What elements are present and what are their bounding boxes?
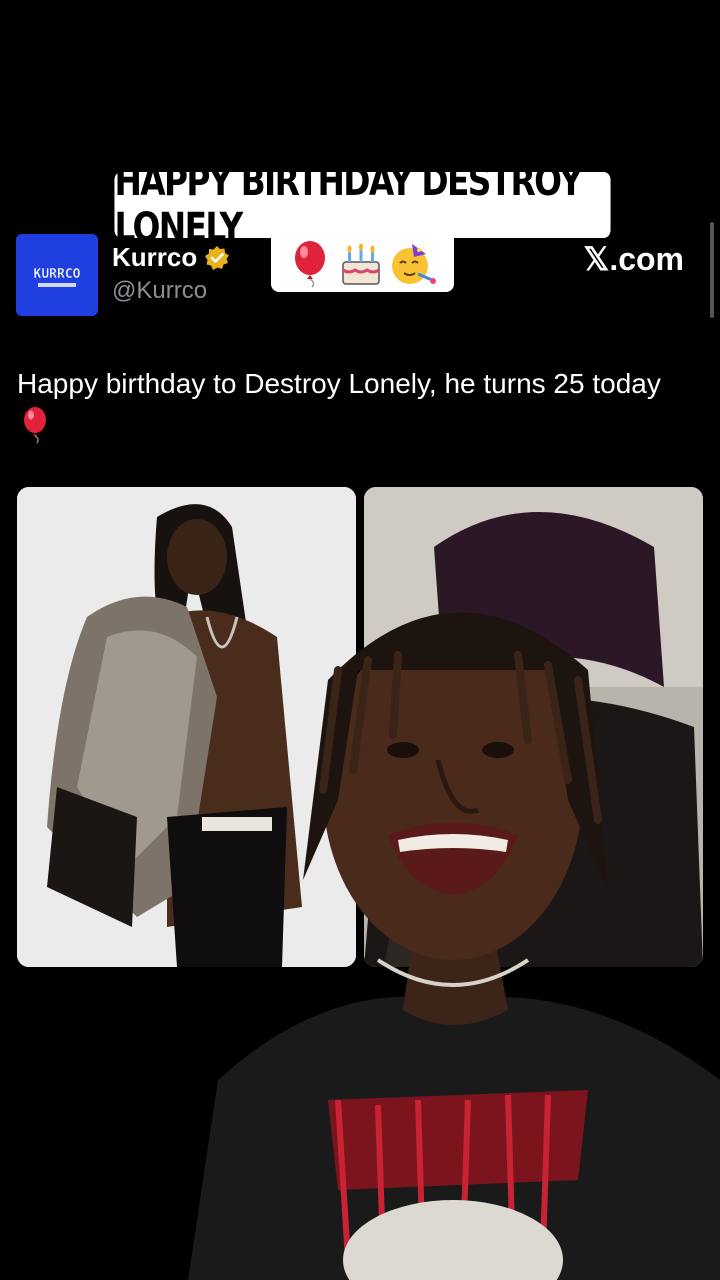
video-caption-title: HAPPY BIRTHDAY DESTROY LONELY (114, 159, 611, 251)
birthday-cake-icon (341, 243, 380, 285)
scrollbar[interactable] (710, 222, 714, 318)
balloon-icon (24, 407, 46, 444)
balloon-icon (294, 241, 325, 288)
x-logo: 𝕏.com (583, 241, 684, 277)
creator-video-overlay (188, 612, 720, 1280)
tweet-text-body: Happy birthday to Destroy Lonely, he tur… (17, 368, 661, 399)
verified-badge-icon (205, 246, 229, 270)
svg-text:KURRCO: KURRCO (34, 267, 81, 282)
video-caption-emojis (271, 236, 454, 292)
partying-face-icon (391, 244, 436, 284)
author-handle[interactable]: @Kurrco (112, 277, 207, 305)
tweet-text: Happy birthday to Destroy Lonely, he tur… (17, 362, 697, 448)
author-avatar[interactable]: KURRCO (16, 234, 98, 316)
author-name[interactable]: Kurrco (112, 242, 197, 273)
